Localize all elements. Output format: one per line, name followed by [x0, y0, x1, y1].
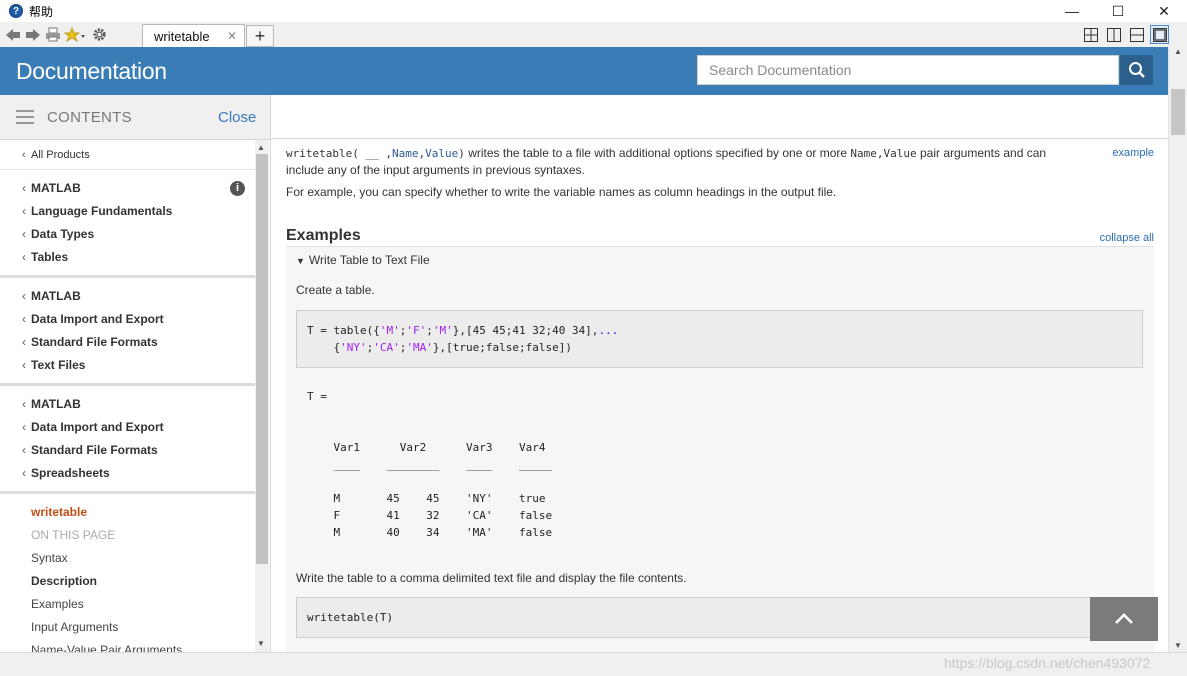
- layout-columns-icon[interactable]: [1104, 25, 1123, 44]
- tab-label: writetable: [154, 29, 210, 44]
- tab-close-icon[interactable]: ✕: [227, 29, 237, 43]
- main-scrollbar[interactable]: ▲ ▼: [1168, 47, 1187, 652]
- chevron-up-icon: [1115, 613, 1133, 624]
- example-link[interactable]: example: [1112, 147, 1154, 159]
- chevron-left-icon: ‹: [22, 227, 26, 241]
- sidebar-item-language-fundamentals[interactable]: ‹ Language Fundamentals: [0, 200, 255, 223]
- breadcrumb-group-3: ‹ MATLAB ‹ Data Import and Export ‹ Standar…: [0, 386, 255, 494]
- favorites-star-icon[interactable]: [63, 25, 89, 45]
- search-input[interactable]: [697, 55, 1119, 85]
- chevron-left-icon: ‹: [22, 335, 26, 349]
- otp-item-description[interactable]: Description: [0, 570, 255, 593]
- hamburger-menu-icon[interactable]: [16, 110, 34, 124]
- info-icon[interactable]: i: [230, 181, 245, 196]
- content-top-bar: [271, 95, 1168, 139]
- otp-item-examples[interactable]: Examples: [0, 593, 255, 616]
- chevron-left-icon: ‹: [22, 289, 26, 303]
- chevron-left-icon: ‹: [22, 204, 26, 218]
- window-title: 帮助: [29, 4, 54, 19]
- layout-buttons: [1081, 25, 1169, 44]
- otp-item-name-value-pair-arguments[interactable]: Name-Value Pair Arguments: [0, 639, 255, 652]
- chevron-left-icon: ‹: [22, 312, 26, 326]
- contents-list: ‹ All Products ‹ MATLAB i ‹ Language Fundame…: [0, 140, 255, 652]
- example-panel: ▼ Write Table to Text File Create a table…: [286, 247, 1154, 652]
- chevron-left-icon: ‹: [22, 397, 26, 411]
- scroll-up-arrow-icon[interactable]: ▲: [1174, 47, 1182, 56]
- example-text-create: Create a table.: [296, 283, 375, 297]
- sidebar-item-standard-file-formats[interactable]: ‹ Standard File Formats: [0, 331, 255, 354]
- example-text-write: Write the table to a comma delimited tex…: [296, 571, 687, 585]
- sidebar-item-matlab[interactable]: ‹ MATLAB i: [0, 177, 255, 200]
- breadcrumb-group-2: ‹ MATLAB ‹ Data Import and Export ‹ Standar…: [0, 278, 255, 386]
- sidebar-item-writetable[interactable]: writetable: [0, 501, 255, 524]
- sidebar-item-all-products[interactable]: ‹ All Products: [0, 146, 255, 164]
- maximize-button[interactable]: ☐: [1095, 0, 1141, 22]
- on-this-page-label: ON THIS PAGE: [31, 528, 116, 542]
- browser-toolbar: writetable ✕ +: [0, 22, 1187, 48]
- search-button[interactable]: [1120, 55, 1153, 85]
- chevron-left-icon: ‹: [22, 466, 26, 480]
- output-table: T = Var1 Var2 Var3 Var4 ____ ________ __…: [307, 390, 553, 539]
- otp-item-syntax[interactable]: Syntax: [0, 547, 255, 570]
- watermark-text: https://blog.csdn.net/chen493072: [944, 655, 1151, 671]
- layout-rows-icon[interactable]: [1127, 25, 1146, 44]
- contents-label: CONTENTS: [47, 109, 132, 126]
- description-example-text: For example, you can specify whether to …: [286, 185, 837, 199]
- collapse-all-link[interactable]: collapse all: [1100, 232, 1154, 244]
- layout-single-icon[interactable]: [1150, 25, 1169, 44]
- title-bar: ? 帮助 — ☐ ✕: [0, 0, 1187, 22]
- scroll-down-arrow-icon[interactable]: ▼: [257, 639, 265, 648]
- sidebar-scrollbar[interactable]: ▲ ▼: [255, 140, 269, 652]
- back-arrow-icon[interactable]: [3, 25, 23, 45]
- chevron-left-icon: ‹: [22, 420, 26, 434]
- contents-sidebar: CONTENTS Close ‹ All Products ‹ MATLAB i ‹ L…: [0, 95, 271, 652]
- close-window-button[interactable]: ✕: [1141, 0, 1187, 22]
- new-tab-button[interactable]: +: [246, 25, 274, 47]
- contents-header: CONTENTS Close: [0, 95, 270, 140]
- sidebar-item-tables[interactable]: ‹ Tables: [0, 246, 255, 269]
- gear-icon[interactable]: [89, 25, 109, 45]
- sidebar-item-matlab[interactable]: ‹ MATLAB: [0, 393, 255, 416]
- main-scroll-thumb[interactable]: [1171, 89, 1185, 135]
- examples-section-header: Examples collapse all: [286, 227, 1154, 247]
- example-toggle[interactable]: ▼ Write Table to Text File: [296, 247, 1144, 273]
- doc-header: Documentation: [0, 47, 1168, 95]
- search-icon: [1128, 62, 1145, 78]
- forward-arrow-icon[interactable]: [23, 25, 43, 45]
- sidebar-item-data-import-export[interactable]: ‹ Data Import and Export: [0, 308, 255, 331]
- print-icon[interactable]: [43, 25, 63, 45]
- sidebar-item-spreadsheets[interactable]: ‹ Spreadsheets: [0, 462, 255, 485]
- close-contents-link[interactable]: Close: [218, 109, 256, 126]
- chevron-left-icon: ‹: [22, 250, 26, 264]
- tab-writetable[interactable]: writetable ✕: [142, 24, 245, 48]
- chevron-left-icon: ‹: [22, 181, 26, 195]
- minimize-button[interactable]: —: [1049, 0, 1095, 22]
- sidebar-scroll-thumb[interactable]: [256, 154, 268, 564]
- triangle-down-icon: ▼: [296, 256, 305, 266]
- chevron-left-icon: ‹: [22, 358, 26, 372]
- scroll-down-arrow-icon[interactable]: ▼: [1174, 641, 1182, 650]
- examples-title: Examples: [286, 227, 361, 244]
- documentation-title[interactable]: Documentation: [16, 58, 167, 85]
- sidebar-item-data-types[interactable]: ‹ Data Types: [0, 223, 255, 246]
- back-to-top-button[interactable]: [1090, 597, 1158, 641]
- code-block-create-table: T = table({'M';'F';'M'},[45 45;41 32;40 …: [296, 310, 1143, 368]
- code-block-writetable: writetable(T): [296, 597, 1143, 638]
- reference-content: writetable( __ ,Name,Value) writes the t…: [286, 145, 1154, 652]
- otp-item-input-arguments[interactable]: Input Arguments: [0, 616, 255, 639]
- window-controls: — ☐ ✕: [1049, 0, 1187, 22]
- scroll-up-arrow-icon[interactable]: ▲: [257, 143, 265, 152]
- layout-grid-icon[interactable]: [1081, 25, 1100, 44]
- breadcrumb-group-1: ‹ MATLAB i ‹ Language Fundamentals ‹ Data Ty…: [0, 169, 255, 278]
- help-app-icon: ?: [9, 4, 23, 18]
- chevron-left-icon: ‹: [22, 443, 26, 457]
- main-content: writetable( __ ,Name,Value) writes the t…: [271, 95, 1168, 652]
- sidebar-item-standard-file-formats[interactable]: ‹ Standard File Formats: [0, 439, 255, 462]
- sidebar-item-data-import-export[interactable]: ‹ Data Import and Export: [0, 416, 255, 439]
- on-this-page-group: writetable ON THIS PAGE Syntax Descripti…: [0, 494, 255, 652]
- chevron-left-icon: ‹: [22, 149, 26, 161]
- sidebar-item-matlab[interactable]: ‹ MATLAB: [0, 285, 255, 308]
- sidebar-item-text-files[interactable]: ‹ Text Files: [0, 354, 255, 377]
- syntax-description: writetable( __ ,Name,Value) writes the t…: [286, 146, 1047, 177]
